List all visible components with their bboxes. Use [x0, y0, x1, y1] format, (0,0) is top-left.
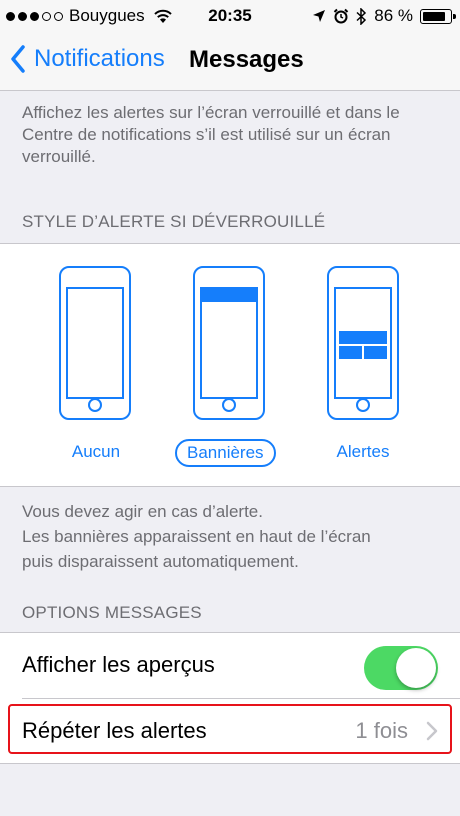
repeat-alerts-label: Répéter les alertes: [22, 718, 207, 743]
navigation-bar: Notifications Messages: [0, 32, 460, 91]
alarm-icon: [334, 8, 349, 24]
chevron-left-icon: [11, 45, 25, 73]
alert-style-picker: Aucun Bannières Alertes: [0, 243, 460, 487]
repeat-alerts-row[interactable]: Répéter les alertes 1 fois: [0, 699, 460, 763]
home-button-icon: [356, 398, 370, 412]
battery-percentage: 86 %: [374, 6, 413, 25]
options-header: OPTIONS MESSAGES: [22, 603, 202, 622]
status-bar: Bouygues 20:35 86 %: [0, 0, 460, 32]
phone-screen: [66, 287, 124, 399]
bluetooth-icon: [356, 7, 367, 25]
show-previews-row: Afficher les aperçus: [0, 633, 460, 697]
phone-screen: [334, 287, 392, 399]
phone-screen: [200, 287, 258, 399]
style-option-none[interactable]: Aucun: [60, 442, 132, 462]
footer-line: puis disparaissent automatiquement.: [22, 552, 299, 571]
alert-style-header: STYLE D’ALERTE SI DÉVERROUILLÉ: [22, 212, 326, 231]
home-button-icon: [222, 398, 236, 412]
location-icon: [313, 10, 326, 22]
battery-icon: [420, 8, 456, 24]
show-previews-label: Afficher les aperçus: [22, 652, 215, 677]
back-label: Notifications: [34, 45, 165, 72]
footer-line: Vous devez agir en cas d’alerte.: [22, 502, 263, 521]
page-title: Messages: [189, 46, 304, 73]
style-banners-preview[interactable]: [193, 266, 265, 420]
repeat-alerts-value: 1 fois: [355, 718, 408, 743]
back-button[interactable]: Notifications: [10, 45, 165, 73]
lock-screen-description: Affichez les alertes sur l’écran verroui…: [22, 103, 400, 166]
style-option-banners[interactable]: Bannières: [175, 439, 276, 467]
footer-line: Les bannières apparaissent en haut de l’…: [22, 527, 371, 546]
toggle-knob: [396, 648, 436, 688]
style-none-preview[interactable]: [59, 266, 131, 420]
style-alerts-preview[interactable]: [327, 266, 399, 420]
status-right: 86 %: [312, 6, 456, 26]
banner-icon: [202, 289, 256, 302]
options-list: Afficher les aperçus Répéter les alertes…: [0, 632, 460, 764]
show-previews-toggle[interactable]: [364, 646, 438, 690]
chevron-right-icon: [426, 721, 438, 741]
alert-dialog-icon: [339, 331, 387, 359]
style-option-alerts[interactable]: Alertes: [327, 442, 399, 462]
home-button-icon: [88, 398, 102, 412]
alert-style-footer: Vous devez agir en cas d’alerte. Les ban…: [22, 499, 442, 574]
